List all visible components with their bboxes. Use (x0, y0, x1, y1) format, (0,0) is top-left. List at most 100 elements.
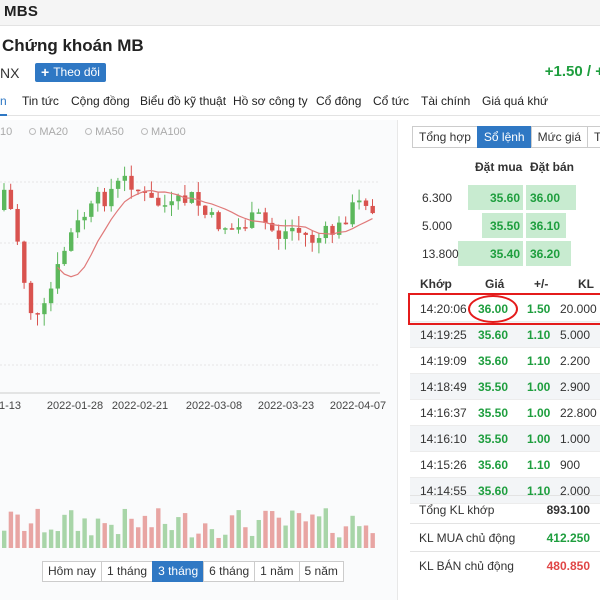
follow-button[interactable]: + Theo dõi (35, 63, 106, 82)
volume-bar (176, 517, 181, 548)
candle-body (296, 227, 302, 233)
trade-volume: 2.200 (560, 354, 591, 368)
trade-price: 35.60 (478, 354, 509, 368)
volume-bar (243, 527, 248, 548)
subtab-price-levels[interactable]: Mức giá (530, 126, 588, 148)
trade-change: 1.10 (527, 458, 551, 472)
volume-bar (357, 526, 362, 548)
candle-body (216, 212, 221, 230)
volume-bar (189, 537, 194, 548)
volume-bar (22, 530, 27, 548)
volume-bar (8, 511, 14, 548)
tab-news[interactable]: Tin tức (22, 94, 59, 108)
candle-body (189, 192, 194, 203)
volume-bar (115, 534, 121, 548)
volume-bar (216, 537, 221, 548)
tab-community[interactable]: Cộng đồng (71, 94, 130, 108)
trade-volume: 2.900 (560, 380, 591, 394)
subtab-summary[interactable]: Tổng hợp (412, 126, 478, 148)
trade-row: 14:16:37 35.50 1.00 22.800 (410, 400, 600, 426)
volume-bar (370, 533, 375, 548)
volume-bar (363, 525, 369, 548)
summary-total-volume: Tổng KL khớp 893.100 (410, 495, 600, 523)
tab-dividends[interactable]: Cổ tức (373, 94, 409, 108)
orderbook-ask-price[interactable]: 36.10 (530, 219, 560, 233)
price-chart-panel: 10 MA20 MA50 MA100 1-13 2022-01-28 2022-02… (0, 120, 398, 600)
tab-technical-chart[interactable]: Biểu đồ kỹ thuật (140, 94, 226, 108)
trade-volume: 1.000 (560, 432, 591, 446)
brand-logo[interactable]: MBS (4, 3, 38, 20)
top-bar: MBS (0, 0, 600, 26)
follow-label: Theo dõi (53, 65, 100, 79)
candle-body (62, 250, 67, 265)
orderbook-bid-price[interactable]: 35.60 (490, 191, 520, 205)
candle-body (129, 175, 134, 190)
range-1-month[interactable]: 1 tháng (101, 561, 154, 582)
tab-company-profile[interactable]: Hồ sơ công ty (233, 94, 308, 108)
orderbook-buy-header: Đặt mua (475, 160, 523, 174)
volume-bar (350, 515, 355, 548)
trade-volume: 900 (560, 458, 581, 472)
orderbook-bid-price[interactable]: 35.40 (490, 247, 520, 261)
subtab-statistics[interactable]: Thố (587, 126, 600, 148)
orderbook-volume: 5.000 (422, 219, 453, 233)
candle-body (310, 234, 315, 243)
candle-body (136, 189, 141, 192)
x-axis-date-label: 2022-03-08 (186, 400, 242, 412)
volume-bar (263, 510, 268, 548)
order-sub-tabs: Tổng hợp Sổ lệnh Mức giá Thố (412, 126, 600, 148)
volume-bar (69, 510, 74, 548)
orderbook-ask-price[interactable]: 36.20 (530, 247, 560, 261)
range-5-years[interactable]: 5 năm (298, 561, 344, 582)
tab-shareholders[interactable]: Cổ đông (316, 94, 361, 108)
tab-financials[interactable]: Tài chính (421, 94, 470, 108)
tab-overview[interactable]: n (0, 94, 7, 116)
candle-body (363, 200, 369, 206)
trade-row: 14:15:26 35.60 1.10 900 (410, 452, 600, 478)
volume-bar (129, 518, 134, 548)
volume-bar (35, 508, 40, 548)
price-change: +1.50 / + (544, 63, 600, 80)
trade-change: 1.10 (527, 328, 551, 342)
volume-bar (42, 532, 47, 548)
volume-bar (276, 517, 282, 548)
trade-row: 14:19:09 35.60 1.10 2.200 (410, 348, 600, 374)
volume-bar (229, 515, 235, 548)
candle-body (122, 175, 127, 181)
trade-change: 1.00 (527, 380, 551, 394)
candlestick-chart[interactable]: 1-13 2022-01-28 2022-02-21 2022-03-08 2022-0… (0, 120, 398, 600)
range-3-months[interactable]: 3 tháng (152, 561, 205, 582)
orderbook-volume: 6.300 (422, 191, 453, 205)
candle-body (115, 180, 121, 189)
volume-bar (296, 513, 302, 548)
candle-body (370, 205, 375, 214)
orderbook-bid-price[interactable]: 35.50 (490, 219, 520, 233)
trade-row: 14:16:10 35.50 1.00 1.000 (410, 426, 600, 452)
time-range-selector: Hôm nay 1 tháng 3 tháng 6 tháng 1 năm 5 … (42, 561, 344, 582)
tab-price-history[interactable]: Giá quá khứ (482, 94, 548, 108)
candle-body (223, 228, 228, 230)
candle-body (95, 191, 101, 204)
orderbook-row: 6.300 35.60 36.00 (410, 185, 600, 211)
range-6-months[interactable]: 6 tháng (203, 561, 256, 582)
trade-price: 35.60 (478, 458, 509, 472)
volume-bar (283, 525, 288, 548)
candle-body (102, 191, 107, 207)
candle-body (350, 202, 355, 225)
trade-time: 14:16:10 (420, 432, 467, 446)
candle-body (22, 241, 27, 283)
volume-bar (203, 523, 208, 548)
range-1-year[interactable]: 1 năm (254, 561, 300, 582)
volume-bar (256, 519, 261, 548)
orderbook-ask-price[interactable]: 36.00 (530, 191, 560, 205)
candle-body (28, 282, 34, 314)
volume-bar (249, 535, 255, 548)
range-today[interactable]: Hôm nay (42, 561, 103, 582)
candle-body (236, 227, 241, 230)
subtab-order-book[interactable]: Sổ lệnh (476, 126, 532, 148)
x-axis-date-label: 2022-01-28 (47, 400, 103, 412)
candle-body (162, 205, 168, 207)
volume-bar (303, 521, 308, 548)
trade-time: 14:19:25 (420, 328, 467, 342)
candle-body (48, 288, 54, 304)
